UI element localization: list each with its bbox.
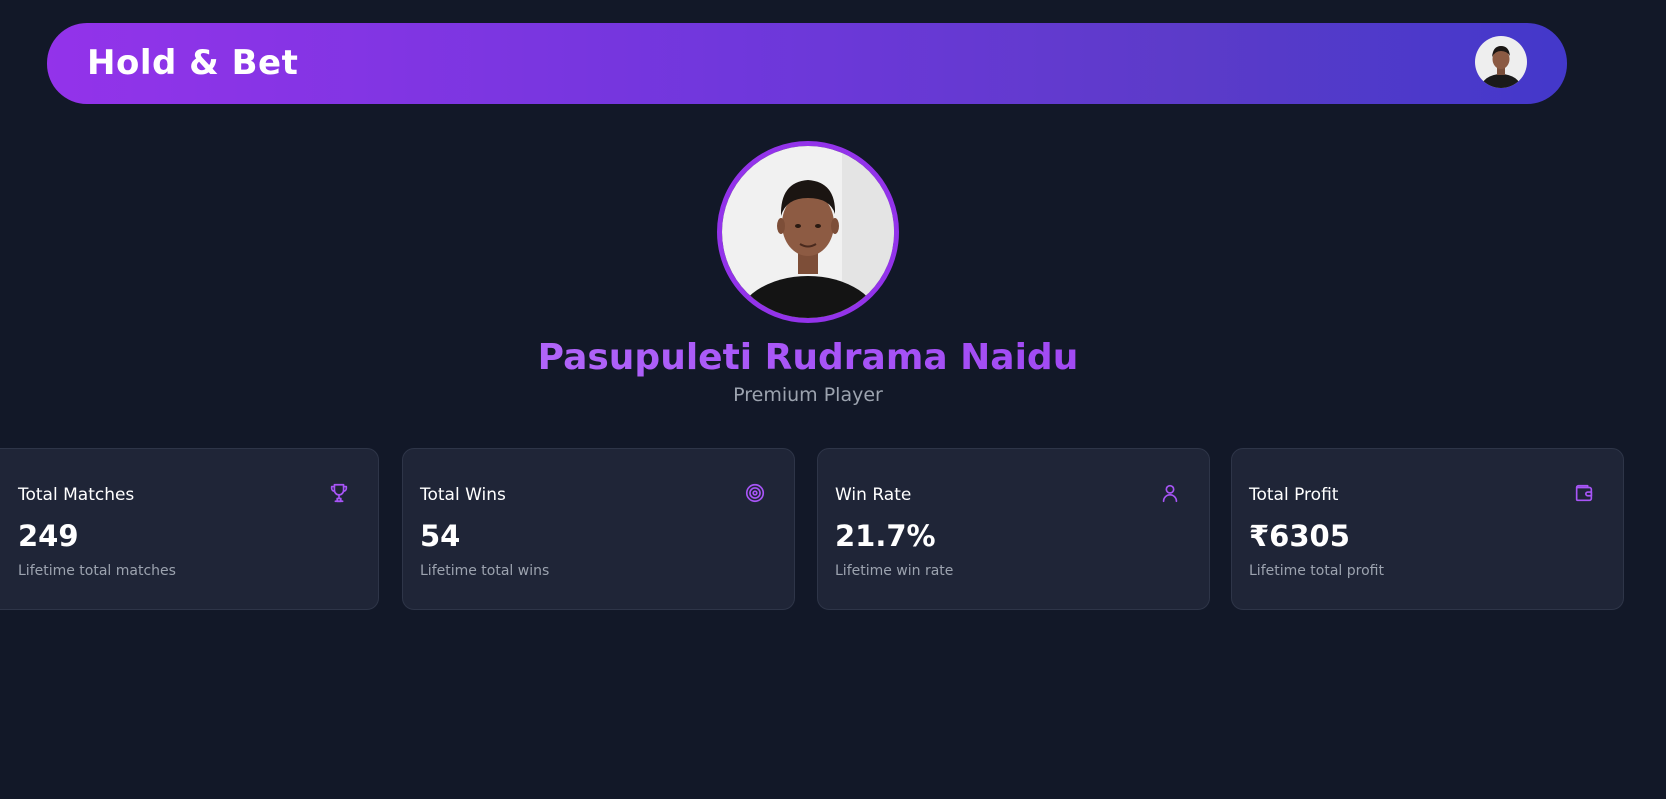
user-avatar-button[interactable] [1475,36,1527,88]
stat-card-value: ₹6305 [1249,519,1350,553]
stat-card-total-profit: Total Profit ₹6305 Lifetime total profit [1231,448,1624,610]
wallet-icon [1575,484,1593,502]
stat-card-title: Total Wins [420,485,506,505]
stat-card-description: Lifetime total wins [420,563,550,579]
brand-logo-text[interactable]: Hold & Bet [87,43,298,83]
stat-card-win-rate: Win Rate 21.7% Lifetime win rate [817,448,1210,610]
target-icon [745,483,765,503]
stats-cards: Total Matches 249 Lifetime total matches… [0,448,1666,612]
profile-photo [717,141,899,323]
profile-page: Hold & Bet Pasupuleti Rudrama Naidu Prem… [0,0,1666,799]
player-tier: Premium Player [733,384,883,406]
user-avatar-icon [1475,36,1527,88]
stat-card-title: Total Profit [1249,485,1339,505]
stat-card-value: 249 [18,519,79,553]
stat-card-description: Lifetime total profit [1249,563,1384,579]
profile-photo-icon [722,146,894,318]
stat-card-title: Win Rate [835,485,912,505]
stat-card-description: Lifetime total matches [18,563,176,579]
user-icon [1162,484,1178,503]
top-navigation-bar: Hold & Bet [47,23,1567,104]
stat-card-total-wins: Total Wins 54 Lifetime total wins [402,448,795,610]
stat-card-value: 54 [420,519,461,553]
trophy-icon [330,483,348,503]
stat-card-title: Total Matches [18,485,135,505]
stat-card-value: 21.7% [835,519,936,553]
player-name: Pasupuleti Rudrama Naidu [0,337,1616,378]
stat-card-total-matches: Total Matches 249 Lifetime total matches [0,448,379,610]
stat-card-description: Lifetime win rate [835,563,954,579]
